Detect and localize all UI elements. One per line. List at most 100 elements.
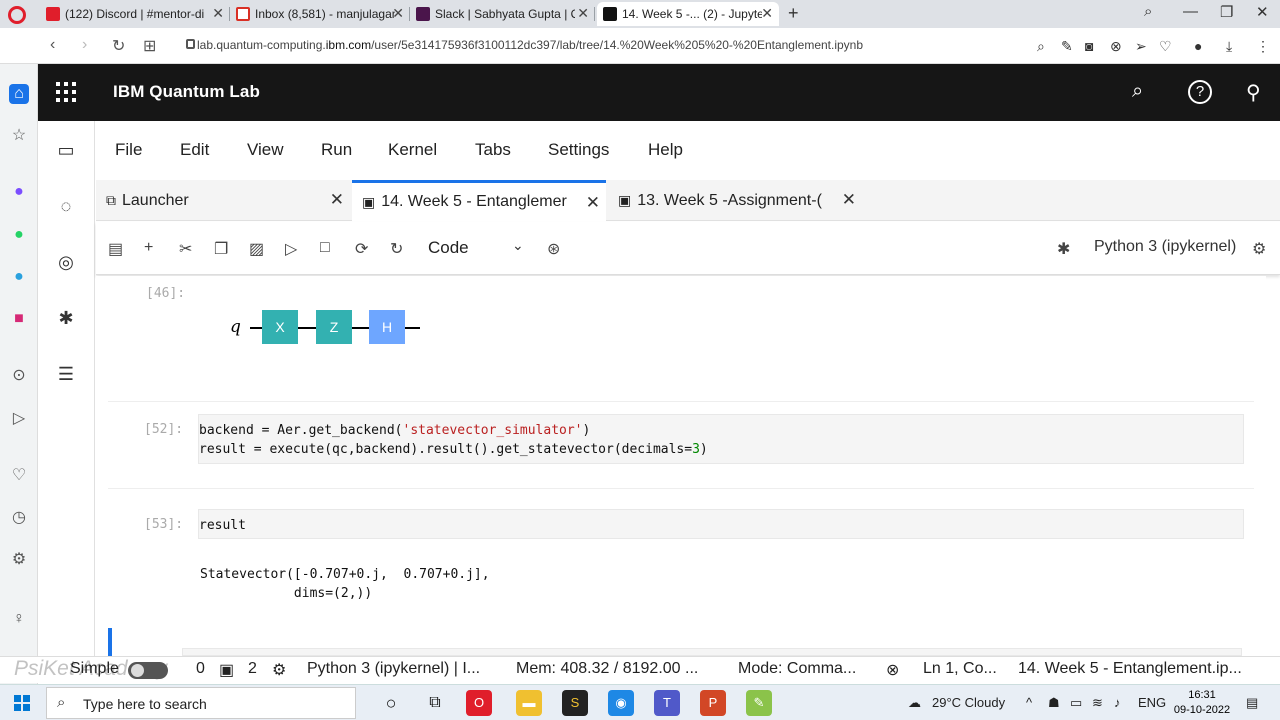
home-icon[interactable]: ⌂ <box>9 84 29 104</box>
history-icon[interactable]: ◷ <box>9 508 29 528</box>
clock[interactable]: 16:31 09-10-2022 <box>1172 688 1232 718</box>
cursor-position[interactable]: Ln 1, Co... <box>923 660 997 678</box>
volume-icon[interactable]: ♪ <box>1114 695 1121 710</box>
kernel-status[interactable]: Python 3 (ipykernel) | I... <box>307 660 480 678</box>
language-indicator[interactable]: ENG <box>1138 695 1166 710</box>
forward-icon[interactable]: › <box>82 36 87 54</box>
cut-icon[interactable]: ✂ <box>179 239 192 259</box>
git-icon[interactable]: ⊛ <box>547 239 560 259</box>
terminals-count[interactable]: 0 <box>196 660 205 678</box>
block-icon[interactable]: ⊗ <box>1110 38 1122 55</box>
mode-indicator[interactable]: Mode: Comma... <box>738 660 856 678</box>
paste-icon[interactable]: ▨ <box>249 239 264 259</box>
windows-start-icon[interactable] <box>14 695 30 711</box>
bug-icon[interactable]: ✱ <box>1057 239 1070 259</box>
battery-icon[interactable]: ▭ <box>1070 695 1082 711</box>
chevron-up-icon[interactable]: ^ <box>1026 695 1032 710</box>
menu-tabs[interactable]: Tabs <box>475 140 511 160</box>
notebook-area[interactable]: [46]: q X Z H [52]: backend = Aer.get_ba… <box>96 276 1266 656</box>
search-icon[interactable]: ⌕ <box>1132 80 1143 103</box>
code-editor[interactable]: backend = Aer.get_backend('statevector_s… <box>198 414 1244 464</box>
palette-icon[interactable]: ◎ <box>55 251 77 273</box>
menu-view[interactable]: View <box>247 140 284 160</box>
profile-icon[interactable]: ● <box>1194 38 1202 54</box>
kernels-count[interactable]: 2 <box>248 660 257 678</box>
close-icon[interactable]: ✕ <box>761 5 773 22</box>
menu-kernel[interactable]: Kernel <box>388 140 437 160</box>
restart-icon[interactable]: ⟳ <box>355 239 368 259</box>
code-cell-52[interactable]: [52]: backend = Aer.get_backend('stateve… <box>108 401 1254 481</box>
cell-type-select[interactable]: Code <box>428 238 469 258</box>
save-icon[interactable]: ▤ <box>108 239 123 259</box>
running-icon[interactable]: ◌ <box>55 195 77 217</box>
close-icon[interactable]: ✕ <box>586 193 600 213</box>
browser-tab-discord[interactable]: (122) Discord | #mentor-di ✕ <box>40 2 230 26</box>
url-field[interactable]: lab.quantum-computing.ibm.com/user/5e314… <box>197 38 863 52</box>
tab-week5-assignment[interactable]: ▣ 13. Week 5 -Assignment-( ✕ <box>608 180 862 221</box>
heart-icon[interactable]: ♡ <box>1159 38 1172 55</box>
camera-icon[interactable]: ◙ <box>1085 38 1093 54</box>
browser-tab-jupyter[interactable]: 14. Week 5 -... (2) - Jupyte ✕ <box>597 2 779 26</box>
menu-edit[interactable]: Edit <box>180 140 209 160</box>
new-tab-button[interactable]: + <box>788 3 799 24</box>
app-icon[interactable]: ◉ <box>608 690 634 716</box>
messenger-icon[interactable]: ● <box>9 182 29 202</box>
maximize-icon[interactable]: ❐ <box>1220 3 1233 21</box>
stop-icon[interactable]: □ <box>320 239 330 257</box>
folder-icon[interactable]: ▭ <box>55 139 77 161</box>
menu-help[interactable]: Help <box>648 140 683 160</box>
download-icon[interactable]: ⤓ <box>1226 38 1232 55</box>
kernel-name[interactable]: Python 3 (ipykernel) <box>1094 238 1236 256</box>
opera-app-icon[interactable]: O <box>466 690 492 716</box>
close-icon[interactable]: ✕ <box>212 5 224 22</box>
close-icon[interactable]: ✕ <box>330 190 344 210</box>
empty-code-editor[interactable] <box>182 648 1242 656</box>
edit-icon[interactable]: ✎ <box>1061 38 1073 55</box>
user-icon[interactable]: ⚲ <box>1246 80 1261 105</box>
restart-run-icon[interactable]: ↻ <box>390 239 403 259</box>
opera-logo-icon[interactable] <box>8 6 26 24</box>
tab-launcher[interactable]: ⧉ Launcher ✕ <box>96 180 350 221</box>
browser-tab-gmail[interactable]: Inbox (8,581) - manjulagan ✕ <box>230 2 410 26</box>
back-icon[interactable]: ‹ <box>50 36 55 54</box>
notifications-icon[interactable]: ▤ <box>1246 695 1258 711</box>
flow-icon[interactable]: ▷ <box>9 409 29 429</box>
output-cell-46[interactable]: [46]: q X Z H <box>108 276 1254 388</box>
file-explorer-icon[interactable]: ▬ <box>516 690 542 716</box>
settings-icon[interactable]: ⚙ <box>9 550 29 570</box>
whatsapp-icon[interactable]: ● <box>9 225 29 245</box>
close-icon[interactable]: ✕ <box>577 5 589 22</box>
favorites-icon[interactable]: ♡ <box>9 466 29 486</box>
table-of-contents-icon[interactable]: ☰ <box>55 363 77 385</box>
telegram-icon[interactable]: ● <box>9 267 29 287</box>
simple-mode-toggle[interactable] <box>128 662 168 679</box>
help-icon[interactable]: ? <box>1188 80 1212 104</box>
sublime-icon[interactable]: S <box>562 690 588 716</box>
network-icon[interactable]: ☗ <box>1048 695 1060 711</box>
debugger-icon[interactable]: ✱ <box>55 307 77 329</box>
search-tabs-icon[interactable]: ⌕ <box>1144 3 1152 20</box>
run-icon[interactable]: ▷ <box>285 239 297 259</box>
paint-icon[interactable]: ✎ <box>746 690 772 716</box>
menu-settings[interactable]: Settings <box>548 140 609 160</box>
add-cell-icon[interactable]: + <box>144 239 153 257</box>
lightbulb-icon[interactable]: ♀ <box>9 609 29 629</box>
instagram-icon[interactable]: ■ <box>9 309 29 329</box>
browser-tab-slack[interactable]: Slack | Sabhyata Gupta | Q ✕ <box>410 2 595 26</box>
close-icon[interactable]: ✕ <box>392 5 404 22</box>
cortana-icon[interactable]: ○ <box>378 690 404 716</box>
teams-icon[interactable]: T <box>654 690 680 716</box>
copy-icon[interactable]: ❐ <box>214 239 228 259</box>
send-icon[interactable]: ➢ <box>1135 38 1147 55</box>
zoom-icon[interactable]: ⌕ <box>1037 38 1045 55</box>
speed-dial-icon[interactable]: ⊞ <box>143 36 156 56</box>
powerpoint-icon[interactable]: P <box>700 690 726 716</box>
code-cell-53[interactable]: [53]: result Statevector([-0.707+0.j, 0.… <box>108 488 1254 620</box>
reload-icon[interactable]: ↻ <box>112 36 125 56</box>
wifi-icon[interactable]: ≋ <box>1092 695 1103 711</box>
weather-status[interactable]: 29°C Cloudy <box>932 695 1005 710</box>
task-view-icon[interactable]: ⧉ <box>422 690 448 716</box>
chevron-down-icon[interactable]: ⌄ <box>512 237 524 254</box>
taskbar-search-input[interactable]: ⌕ Type here to search <box>46 687 356 719</box>
menu-icon[interactable]: ⋮ <box>1256 38 1270 55</box>
